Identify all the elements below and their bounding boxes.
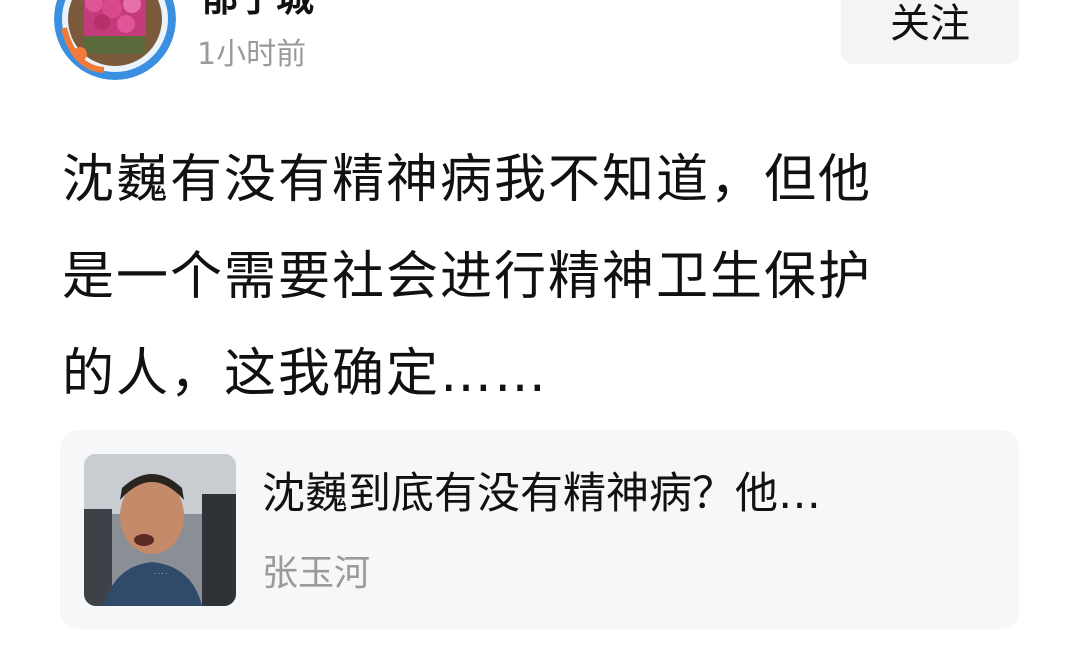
article-title[interactable]: 沈巍到底有没有精神病？他… bbox=[262, 466, 992, 522]
author-name[interactable]: 郁子城 bbox=[200, 0, 314, 18]
post-text-line: 沈巍有没有精神病我不知道，但他 bbox=[62, 150, 873, 210]
post-timestamp: 1小时前 bbox=[197, 37, 307, 72]
post-text-line: 的人，这我确定…… bbox=[62, 344, 549, 404]
post-text-line: 是一个需要社会进行精神卫生保护 bbox=[62, 247, 873, 307]
video-thumbnail-image: · · · · bbox=[84, 454, 236, 606]
article-source: 张玉河 bbox=[262, 553, 371, 594]
post-page: 郁子城 1小时前 关注 沈巍有没有精神病我不知道，但他 是一个需要社会进行精神卫… bbox=[0, 0, 1069, 645]
article-thumbnail: · · · · bbox=[84, 454, 236, 606]
post-body-text[interactable]: 沈巍有没有精神病我不知道，但他 是一个需要社会进行精神卫生保护 的人，这我确定…… bbox=[62, 132, 1022, 423]
author-avatar[interactable] bbox=[54, 0, 176, 80]
thumbnail-caption-mark: · · · · bbox=[154, 571, 167, 578]
avatar-image bbox=[54, 0, 176, 80]
follow-button[interactable]: 关注 bbox=[841, 0, 1019, 64]
follow-button-label: 关注 bbox=[890, 1, 970, 47]
linked-article-card[interactable]: · · · · 沈巍到底有没有精神病？他… 张玉河 bbox=[60, 430, 1019, 629]
